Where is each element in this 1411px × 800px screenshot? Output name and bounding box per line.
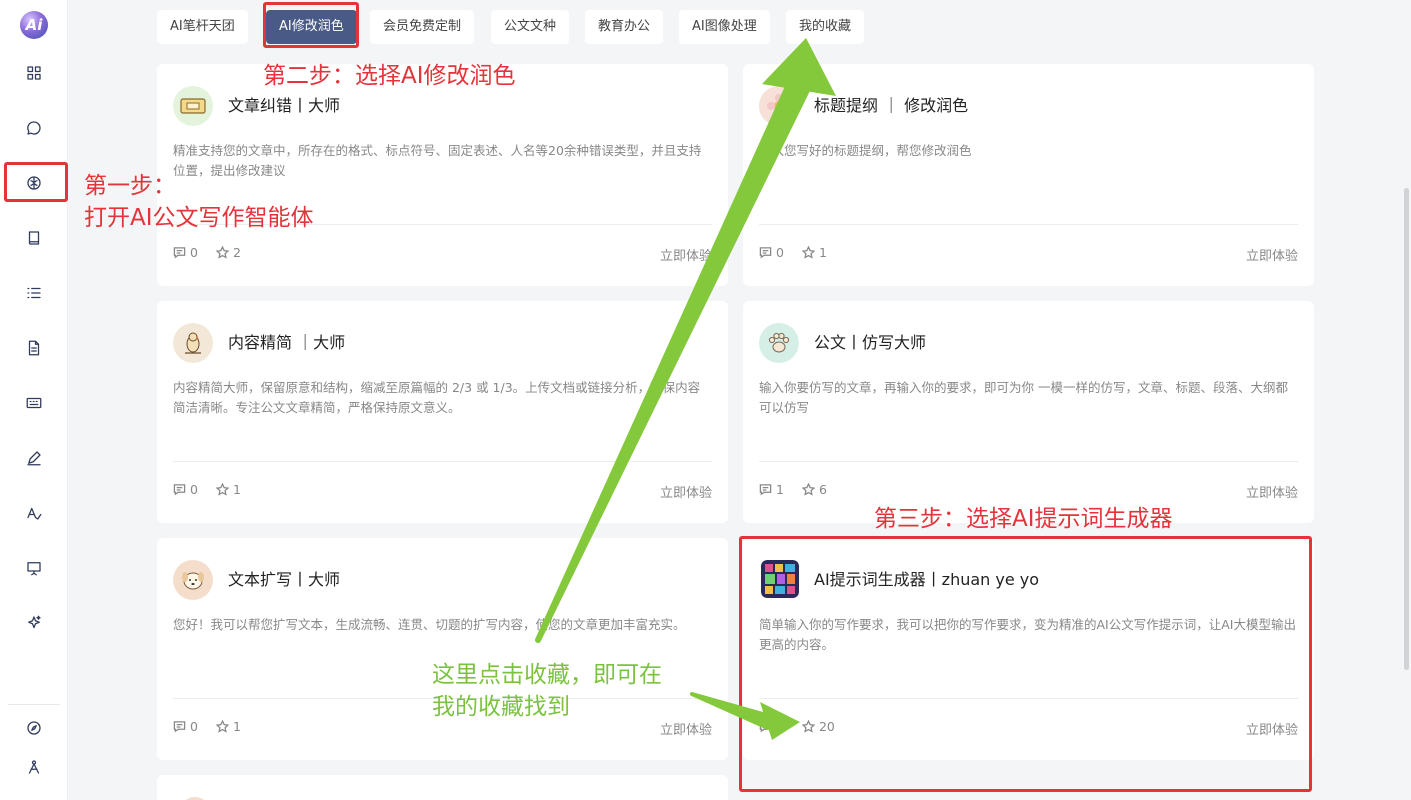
card-title: 公文丨仿写大师 <box>814 333 927 352</box>
card-title: 标题提纲 ｜ 修改润色 <box>814 96 969 115</box>
tab-ai-image[interactable]: AI图像处理 <box>679 10 770 44</box>
comment-count-group[interactable]: 0 <box>759 245 784 260</box>
comment-count: 1 <box>776 482 784 497</box>
agent-card[interactable]: 标题提纲 ｜ 修改润色 输入您写好的标题提纲，帮您修改润色 0 1 立即体验 <box>743 64 1314 286</box>
comment-count: 0 <box>190 245 198 260</box>
step3-annotation: 第三步：选择AI提示词生成器 <box>874 506 1173 532</box>
card-meta: 0 2 <box>173 245 259 260</box>
comment-icon <box>759 247 772 259</box>
chat-bubble-icon[interactable] <box>22 116 46 140</box>
card-divider <box>759 224 1298 225</box>
star-icon <box>215 483 229 496</box>
drafting-compass-icon[interactable] <box>22 755 46 779</box>
star-count: 6 <box>818 482 827 497</box>
star-icon <box>215 720 229 733</box>
agent-card[interactable]: 内容精简 ｜大师 内容精简大师，保留原意和结构，缩减至原篇幅的 2/3 或 1/… <box>157 301 728 523</box>
star-icon <box>801 246 815 259</box>
comment-icon <box>173 484 186 496</box>
document-icon[interactable] <box>22 336 46 360</box>
flower-icon <box>759 86 799 126</box>
agent-card[interactable] <box>157 775 728 800</box>
scrollbar-thumb[interactable] <box>1404 188 1409 670</box>
pen-icon[interactable] <box>22 446 46 470</box>
star-count-group[interactable]: 2 <box>215 245 241 260</box>
step1-annotation-line2: 打开AI公文写作智能体 <box>84 205 314 231</box>
star-count: 1 <box>818 245 827 260</box>
tab-member-custom[interactable]: 会员免费定制 <box>370 10 475 44</box>
comment-count-group[interactable]: 0 <box>173 482 198 497</box>
tab-education-office[interactable]: 教育办公 <box>585 10 664 44</box>
card-meta: 0 1 <box>173 482 259 497</box>
step2-annotation: 第二步：选择AI修改润色 <box>263 63 516 89</box>
agent-card[interactable]: 文本扩写丨大师 您好！我可以帮您扩写文本，生成流畅、连贯、切题的扩写内容，使您的… <box>157 538 728 760</box>
star-count-group[interactable]: 1 <box>801 245 827 260</box>
list-icon[interactable] <box>22 281 46 305</box>
try-now-link[interactable]: 立即体验 <box>1246 245 1298 264</box>
scrollbar[interactable] <box>1404 0 1411 800</box>
card-title: 文本扩写丨大师 <box>228 570 341 589</box>
card-description: 输入您写好的标题提纲，帮您修改润色 <box>759 143 972 158</box>
paw-icon <box>759 323 799 363</box>
comment-count: 0 <box>190 719 198 734</box>
card-title: 文章纠错丨大师 <box>228 96 341 115</box>
app-logo[interactable]: Ai <box>20 11 48 39</box>
try-now-link[interactable]: 立即体验 <box>660 245 712 264</box>
card-description: 您好！我可以帮您扩写文本，生成流畅、连贯、切题的扩写内容，使您的文章更加丰富充实… <box>173 617 686 632</box>
sidebar: Ai <box>0 0 68 800</box>
card-divider <box>759 461 1298 462</box>
step2-highlight-box <box>263 2 359 48</box>
comment-icon <box>759 484 772 496</box>
card-meta: 0 1 <box>173 719 259 734</box>
tab-document-types[interactable]: 公文文种 <box>491 10 570 44</box>
step3-highlight-box <box>739 536 1312 792</box>
presentation-icon[interactable] <box>22 556 46 580</box>
comment-count-group[interactable]: 1 <box>759 482 784 497</box>
comment-count-group[interactable]: 0 <box>173 719 198 734</box>
card-title: 内容精简 ｜大师 <box>228 333 346 352</box>
star-count: 2 <box>232 245 241 260</box>
try-now-link[interactable]: 立即体验 <box>1246 482 1298 501</box>
try-now-link[interactable]: 立即体验 <box>660 719 712 738</box>
favorite-annotation-line1: 这里点击收藏，即可在 <box>432 662 662 688</box>
card-description: 输入你要仿写的文章，再输入你的要求，即可为你 一模一样的仿写，文章、标题、段落、… <box>759 380 1288 415</box>
sidebar-divider <box>8 704 60 705</box>
sparkle-icon[interactable] <box>22 611 46 635</box>
card-description: 精准支持您的文章中，所存在的格式、标点符号、固定表述、人名等20余种错误类型，并… <box>173 143 702 178</box>
star-count: 1 <box>232 719 241 734</box>
comment-count-group[interactable]: 0 <box>173 245 198 260</box>
comment-count: 0 <box>190 482 198 497</box>
keyboard-icon[interactable] <box>22 391 46 415</box>
star-icon <box>215 246 229 259</box>
tab-ai-writers[interactable]: AI笔杆天团 <box>157 10 248 44</box>
dog-icon <box>173 560 213 600</box>
card-description: 内容精简大师，保留原意和结构，缩减至原篇幅的 2/3 或 1/3。上传文档或链接… <box>173 380 701 415</box>
star-count-group[interactable]: 6 <box>801 482 827 497</box>
try-now-link[interactable]: 立即体验 <box>660 482 712 501</box>
grid-icon[interactable] <box>22 61 46 85</box>
ticket-icon <box>173 86 213 126</box>
book-icon[interactable] <box>22 226 46 250</box>
star-icon <box>801 483 815 496</box>
comment-icon <box>173 721 186 733</box>
comment-icon <box>173 247 186 259</box>
star-count: 1 <box>232 482 241 497</box>
compass-icon[interactable] <box>22 716 46 740</box>
star-count-group[interactable]: 1 <box>215 719 241 734</box>
favorite-annotation-line2: 我的收藏找到 <box>432 694 570 720</box>
comment-count: 0 <box>776 245 784 260</box>
step1-annotation-line1: 第一步： <box>84 173 176 199</box>
agent-card[interactable]: 公文丨仿写大师 输入你要仿写的文章，再输入你的要求，即可为你 一模一样的仿写，文… <box>743 301 1314 523</box>
agent-card[interactable]: 文章纠错丨大师 精准支持您的文章中，所存在的格式、标点符号、固定表述、人名等20… <box>157 64 728 286</box>
card-meta: 1 6 <box>759 482 845 497</box>
text-format-icon[interactable] <box>22 501 46 525</box>
bird-icon <box>173 323 213 363</box>
card-meta: 0 1 <box>759 245 845 260</box>
step1-highlight-box <box>4 162 68 202</box>
tab-my-favorites[interactable]: 我的收藏 <box>786 10 865 44</box>
card-divider <box>173 461 712 462</box>
star-count-group[interactable]: 1 <box>215 482 241 497</box>
